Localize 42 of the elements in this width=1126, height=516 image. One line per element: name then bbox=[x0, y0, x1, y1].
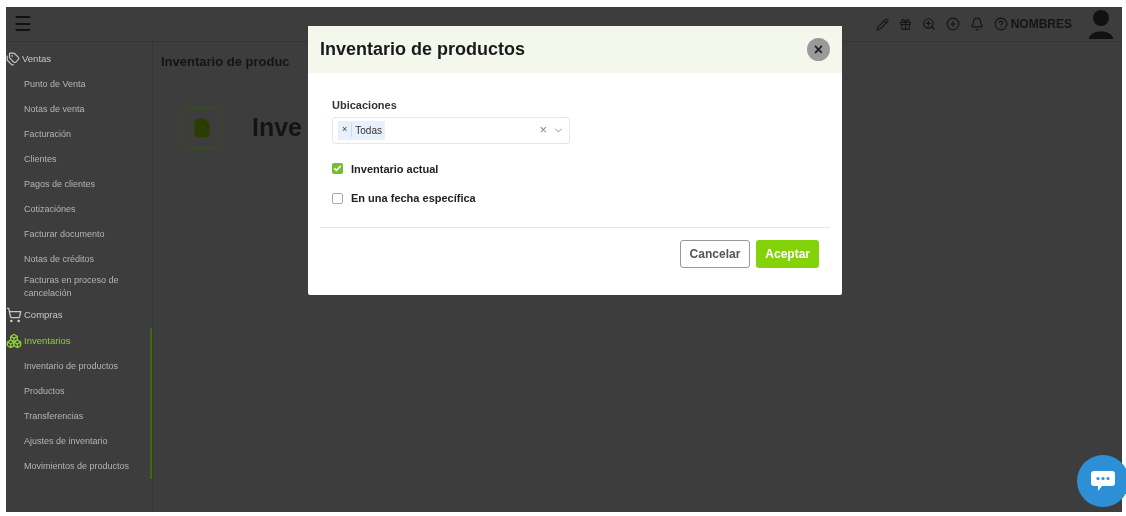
sidebar-item[interactable]: Productos bbox=[24, 385, 65, 398]
sidebar-item[interactable]: Inventario de productos bbox=[24, 360, 119, 373]
sidebar-item[interactable]: Pagos de clientes bbox=[24, 178, 96, 191]
add-icon[interactable] bbox=[945, 17, 960, 31]
locations-select[interactable]: × Todas × bbox=[332, 116, 570, 144]
sidebar-item[interactable]: Transferencias bbox=[24, 410, 84, 423]
tag-remove[interactable]: × bbox=[338, 123, 353, 137]
sidebar-item[interactable]: Notas de venta bbox=[24, 103, 85, 116]
sidebar-item[interactable]: Ajustes de inventario bbox=[24, 435, 108, 448]
cancel-button[interactable]: Cancelar bbox=[679, 239, 751, 268]
check-icon bbox=[333, 164, 342, 174]
clear-control[interactable]: × bbox=[539, 120, 547, 140]
option-label[interactable]: Inventario actual bbox=[351, 160, 439, 177]
avatar-icon[interactable] bbox=[1088, 9, 1114, 39]
close-button[interactable]: × bbox=[807, 38, 830, 61]
field-label: Ubicaciones bbox=[332, 98, 398, 113]
sidebar-section[interactable]: Compras bbox=[24, 307, 63, 323]
sidebar-item[interactable]: Clientes bbox=[24, 153, 57, 166]
bell-icon[interactable] bbox=[969, 17, 984, 31]
sidebar-item[interactable]: Facturar documento bbox=[24, 228, 105, 241]
search-icon[interactable] bbox=[921, 17, 936, 31]
option-label[interactable]: En una fecha específica bbox=[351, 190, 476, 207]
sidebar-section[interactable]: Ventas bbox=[22, 51, 52, 67]
sidebar-item[interactable]: Notas de créditos bbox=[24, 253, 95, 266]
checkbox[interactable] bbox=[332, 163, 343, 175]
cart-icon bbox=[6, 307, 22, 323]
sidebar-section[interactable]: Inventarios bbox=[24, 333, 71, 349]
gift-icon[interactable] bbox=[898, 17, 912, 31]
sidebar-item[interactable]: Facturación bbox=[24, 128, 72, 141]
sidebar-item[interactable]: Punto de Venta bbox=[24, 78, 86, 91]
sidebar-item[interactable]: Cotizaciónes bbox=[24, 203, 76, 216]
checkbox[interactable] bbox=[332, 192, 343, 204]
chat-button[interactable] bbox=[1077, 455, 1126, 507]
edit-icon[interactable] bbox=[875, 17, 889, 31]
chat-icon bbox=[1090, 469, 1116, 493]
sidebar-item[interactable]: Facturas en proceso de cancelación bbox=[24, 274, 146, 300]
tag-label: Todas bbox=[354, 123, 383, 138]
tag-icon bbox=[6, 52, 20, 66]
help-icon[interactable] bbox=[993, 17, 1008, 31]
boxes-icon bbox=[6, 333, 22, 349]
modal-title: Inventario de productos bbox=[320, 38, 526, 61]
sidebar-item[interactable]: Movimientos de productos bbox=[24, 460, 130, 473]
